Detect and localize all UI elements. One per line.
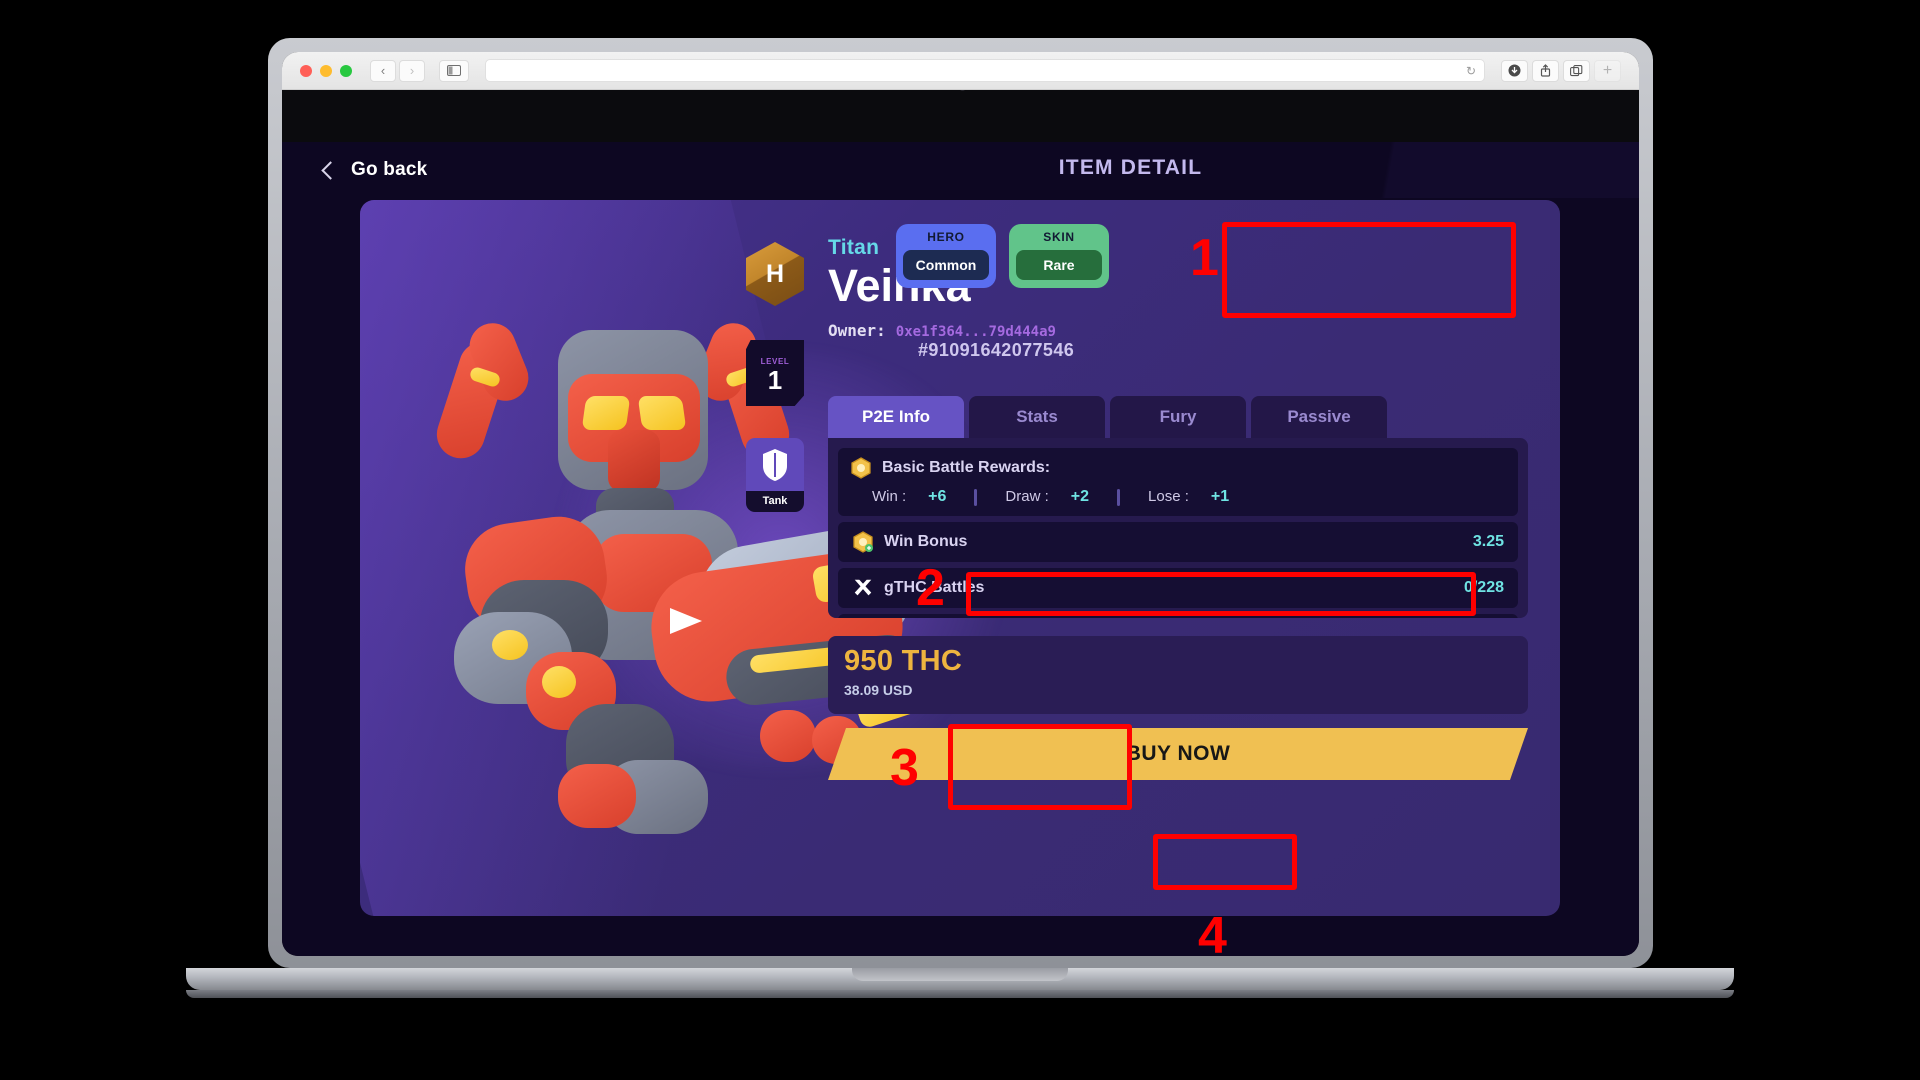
download-icon[interactable] bbox=[1501, 59, 1528, 82]
screenshot-root: ‹ › ↻ + Go back ITEM DETAIL H LEVEL 1 Ta… bbox=[0, 0, 1920, 1080]
price-box: 950 THC 38.09 USD bbox=[828, 636, 1528, 714]
tab-passive[interactable]: Passive bbox=[1251, 396, 1387, 438]
item-badge-column: H LEVEL 1 Tank bbox=[742, 242, 808, 512]
outcome-draw: Draw : +2 bbox=[1005, 488, 1089, 506]
page-header: Go back ITEM DETAIL bbox=[282, 142, 1639, 198]
outcome-lose-value: +1 bbox=[1210, 488, 1230, 505]
zoom-window-button[interactable] bbox=[340, 64, 352, 77]
address-bar[interactable]: ↻ bbox=[485, 59, 1485, 82]
tab-stats[interactable]: Stats bbox=[969, 396, 1105, 438]
row-gthc-battles-label: gTHC Battles bbox=[884, 579, 985, 596]
token-id: #91091642077546 bbox=[918, 340, 1075, 360]
outcome-draw-value: +2 bbox=[1070, 488, 1090, 505]
skin-rarity-value: Rare bbox=[1016, 250, 1102, 280]
sidebar-toggle-icon[interactable] bbox=[439, 59, 469, 82]
owner-address[interactable]: 0xe1f364...79d444a9 bbox=[896, 324, 1056, 340]
laptop-notch bbox=[852, 968, 1068, 981]
forward-icon[interactable]: › bbox=[399, 59, 425, 82]
role-badge: Tank bbox=[746, 438, 804, 512]
rarity-badges: HERO Common SKIN Rare bbox=[896, 224, 1109, 288]
laptop-foot bbox=[186, 990, 1734, 998]
level-value: 1 bbox=[767, 365, 783, 395]
outcome-win-label: Win : bbox=[872, 488, 907, 505]
annotation-number-1: 1 bbox=[1190, 229, 1219, 287]
annotation-number-4: 4 bbox=[1198, 907, 1227, 965]
page-title: ITEM DETAIL bbox=[1058, 156, 1203, 179]
outcome-divider bbox=[974, 488, 978, 506]
tab-overview-icon[interactable] bbox=[1563, 59, 1590, 82]
shield-icon bbox=[761, 438, 789, 491]
row-win-bonus: Win Bonus 3.25 bbox=[838, 522, 1518, 562]
hero-rarity-kind: HERO bbox=[927, 230, 965, 244]
close-window-button[interactable] bbox=[300, 64, 312, 77]
go-back-button[interactable]: Go back bbox=[321, 159, 428, 181]
minimize-window-button[interactable] bbox=[320, 64, 332, 77]
outcome-lose: Lose : +1 bbox=[1148, 488, 1229, 506]
outcome-divider bbox=[1117, 488, 1121, 506]
tabs-glyph bbox=[1570, 64, 1583, 76]
reload-icon[interactable]: ↻ bbox=[1466, 64, 1476, 78]
hero-rarity-badge: HERO Common bbox=[896, 224, 996, 288]
row-win-bonus-value: 3.25 bbox=[1472, 533, 1504, 550]
token-plus-icon bbox=[853, 531, 873, 553]
share-glyph bbox=[1540, 64, 1551, 77]
download-glyph bbox=[1508, 64, 1521, 77]
detail-tabs[interactable]: P2E Info Stats Fury Passive bbox=[828, 396, 1387, 438]
rewards-outcomes: Win : +6 Draw : +2 Lose : +1 bbox=[850, 488, 1506, 506]
rewards-header: Basic Battle Rewards: bbox=[850, 457, 1506, 479]
owner-row: Owner: 0xe1f364...79d444a9 bbox=[828, 321, 1528, 340]
row-win-bonus-label: Win Bonus bbox=[884, 533, 968, 550]
outcome-lose-label: Lose : bbox=[1148, 488, 1189, 505]
buy-now-button[interactable]: BUY NOW bbox=[828, 728, 1528, 780]
token-icon bbox=[851, 457, 871, 479]
outcome-draw-label: Draw : bbox=[1005, 488, 1049, 505]
level-badge: LEVEL 1 bbox=[746, 340, 804, 406]
back-icon[interactable]: ‹ bbox=[370, 59, 396, 82]
browser-toolbar: ‹ › ↻ + bbox=[282, 52, 1639, 90]
swords-icon bbox=[854, 579, 872, 596]
row-gthc-battles-value: 0/228 bbox=[1463, 579, 1504, 596]
price-amount: 950 THC bbox=[844, 645, 963, 677]
go-back-label: Go back bbox=[351, 159, 428, 180]
grade-badge: H bbox=[746, 242, 804, 306]
tab-p2e-info[interactable]: P2E Info bbox=[828, 396, 964, 438]
annotation-number-3: 3 bbox=[890, 739, 919, 797]
chevron-left-icon bbox=[321, 160, 340, 180]
skin-rarity-badge: SKIN Rare bbox=[1009, 224, 1109, 288]
browser-nav-buttons[interactable]: ‹ › bbox=[370, 59, 425, 82]
price-usd: 38.09 USD bbox=[844, 682, 913, 698]
annotation-number-2: 2 bbox=[916, 559, 945, 617]
laptop-screen: ‹ › ↻ + Go back ITEM DETAIL H LEVEL 1 Ta… bbox=[282, 52, 1639, 956]
shield-glyph bbox=[763, 448, 787, 481]
hero-rarity-value: Common bbox=[903, 250, 989, 280]
outcome-win: Win : +6 bbox=[872, 488, 946, 506]
share-icon[interactable] bbox=[1532, 59, 1559, 82]
basic-battle-rewards: Basic Battle Rewards: Win : +6 Draw : +2 bbox=[838, 448, 1518, 516]
skin-rarity-kind: SKIN bbox=[1043, 230, 1075, 244]
item-detail-card: H LEVEL 1 Tank Titan Veinka Owner: 0xe1f… bbox=[360, 200, 1560, 916]
new-tab-icon[interactable]: + bbox=[1594, 59, 1621, 82]
outcome-win-value: +6 bbox=[928, 488, 947, 505]
browser-toolbar-actions[interactable]: + bbox=[1501, 59, 1621, 82]
tab-fury[interactable]: Fury bbox=[1110, 396, 1246, 438]
app-content: Go back ITEM DETAIL H LEVEL 1 Tank Titan… bbox=[282, 142, 1639, 956]
sidebar-glyph bbox=[447, 65, 461, 76]
owner-label: Owner: bbox=[828, 321, 886, 341]
window-traffic-lights[interactable] bbox=[300, 64, 352, 77]
role-label: Tank bbox=[746, 491, 804, 512]
rewards-title: Basic Battle Rewards: bbox=[882, 459, 1051, 476]
